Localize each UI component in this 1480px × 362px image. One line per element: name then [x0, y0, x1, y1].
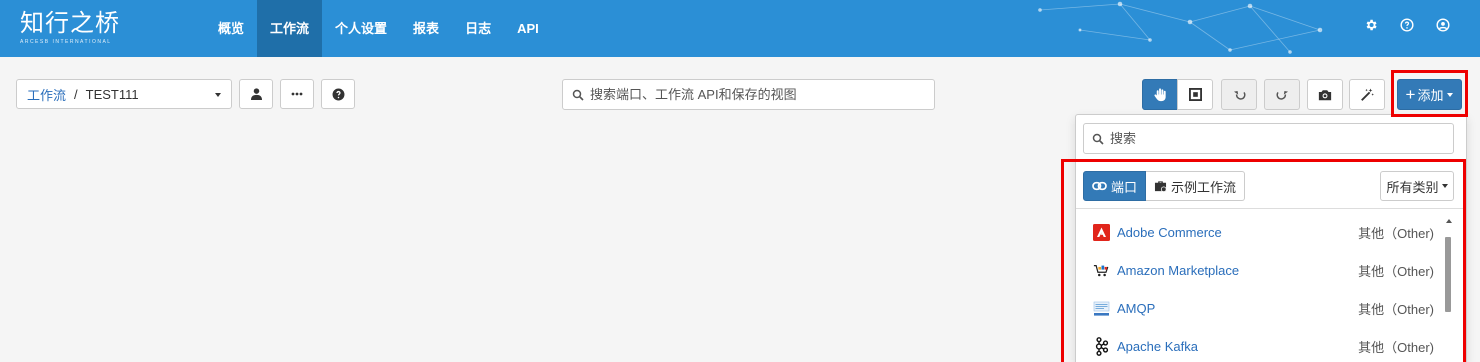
chevron-down-icon	[1447, 92, 1454, 97]
help-button[interactable]	[321, 79, 355, 109]
gear-icon[interactable]	[1364, 18, 1378, 32]
user-icon[interactable]	[1436, 18, 1450, 32]
port-category: 其他（Other)	[1358, 301, 1434, 317]
port-search-input[interactable]	[1110, 131, 1430, 146]
pan-mode-button[interactable]	[1142, 79, 1178, 110]
port-name: AMQP	[1117, 300, 1156, 316]
panel-tabs: 端口 示例工作流	[1083, 171, 1246, 201]
undo-button[interactable]	[1221, 79, 1257, 110]
nav-reports[interactable]: 报表	[400, 0, 452, 57]
top-navbar: 知行之桥 ARCESB INTERNATIONAL 概览 工作流 个人设置 报表…	[0, 0, 1480, 57]
port-search-box	[1083, 123, 1454, 154]
search-icon	[1092, 133, 1104, 145]
top-icon-group	[1364, 18, 1450, 32]
add-button-label: 添加	[1417, 88, 1444, 103]
briefcase-icon	[1154, 181, 1167, 192]
camera-icon	[1318, 89, 1332, 100]
more-options-button[interactable]	[280, 79, 314, 109]
search-icon	[572, 89, 584, 101]
category-filter-label: 所有类别	[1386, 179, 1439, 195]
tab-example-workflows[interactable]: 示例工作流	[1146, 171, 1246, 201]
nav-logs[interactable]: 日志	[452, 0, 504, 57]
select-area-icon	[1188, 88, 1202, 101]
port-name: Adobe Commerce	[1117, 224, 1222, 240]
snapshot-button[interactable]	[1307, 79, 1343, 110]
main-search-input[interactable]	[590, 87, 920, 102]
ellipsis-icon	[291, 92, 303, 96]
port-category: 其他（Other)	[1358, 263, 1434, 279]
port-name: Amazon Marketplace	[1117, 262, 1240, 278]
scroll-up-arrow-icon[interactable]	[1446, 219, 1452, 223]
auto-layout-button[interactable]	[1349, 79, 1385, 110]
add-port-dropdown: 端口 示例工作流 所有类别 Adobe Commerce 其他（Other)	[1075, 114, 1467, 362]
list-item[interactable]: AMQP 其他（Other)	[1076, 289, 1446, 327]
breadcrumb-separator: /	[74, 86, 78, 102]
hand-icon	[1153, 88, 1166, 102]
network-decoration	[1038, 1, 1323, 54]
panel-divider	[1076, 208, 1466, 209]
port-category: 其他（Other)	[1358, 225, 1434, 241]
redo-button[interactable]	[1264, 79, 1300, 110]
redo-icon	[1276, 90, 1288, 100]
link-icon	[1092, 181, 1107, 191]
tab-ports-label: 端口	[1111, 179, 1138, 195]
list-item[interactable]: Apache Kafka 其他（Other)	[1076, 327, 1446, 362]
nav-api[interactable]: API	[504, 0, 552, 57]
port-name: Apache Kafka	[1117, 338, 1198, 354]
user-icon	[250, 88, 262, 100]
main-search-box	[562, 79, 935, 110]
nav-workflow[interactable]: 工作流	[257, 0, 323, 57]
magic-wand-icon	[1361, 87, 1374, 101]
nav-overview[interactable]: 概览	[205, 0, 257, 57]
apache-kafka-icon	[1093, 336, 1110, 356]
port-list-scrollbar[interactable]	[1445, 219, 1453, 362]
brand-logo[interactable]: 知行之桥 ARCESB INTERNATIONAL	[20, 8, 120, 45]
adobe-commerce-icon	[1093, 223, 1110, 241]
select-mode-button[interactable]	[1177, 79, 1213, 110]
help-icon[interactable]	[1400, 18, 1414, 32]
plus-icon: +	[1405, 84, 1416, 104]
workflow-user-button[interactable]	[239, 79, 273, 109]
port-list: Adobe Commerce 其他（Other) Amazon Marketpl…	[1076, 213, 1446, 362]
port-category: 其他（Other)	[1358, 339, 1434, 355]
list-item[interactable]: Amazon Marketplace 其他（Other)	[1076, 251, 1446, 289]
scrollbar-thumb[interactable]	[1445, 237, 1451, 312]
workflow-name: TEST111	[85, 86, 139, 102]
logo-subtext: ARCESB INTERNATIONAL	[20, 39, 112, 45]
amazon-marketplace-icon	[1093, 262, 1110, 279]
add-button[interactable]: + 添加	[1397, 79, 1462, 110]
help-icon	[332, 88, 344, 100]
nav-profile[interactable]: 个人设置	[322, 0, 400, 57]
logo-text: 知行之桥	[20, 9, 120, 37]
list-item[interactable]: Adobe Commerce 其他（Other)	[1076, 213, 1446, 251]
undo-icon	[1233, 90, 1245, 100]
main-nav: 概览 工作流 个人设置 报表 日志 API	[205, 0, 552, 57]
chevron-down-icon	[215, 93, 221, 97]
amqp-icon	[1093, 300, 1110, 317]
tab-example-workflows-label: 示例工作流	[1171, 179, 1237, 195]
breadcrumb-workflow-link[interactable]: 工作流	[27, 85, 66, 104]
category-filter-dropdown[interactable]: 所有类别	[1380, 171, 1454, 201]
tab-ports[interactable]: 端口	[1083, 171, 1147, 201]
chevron-down-icon	[1441, 184, 1448, 188]
workflow-selector[interactable]: 工作流 / TEST111	[16, 79, 232, 109]
